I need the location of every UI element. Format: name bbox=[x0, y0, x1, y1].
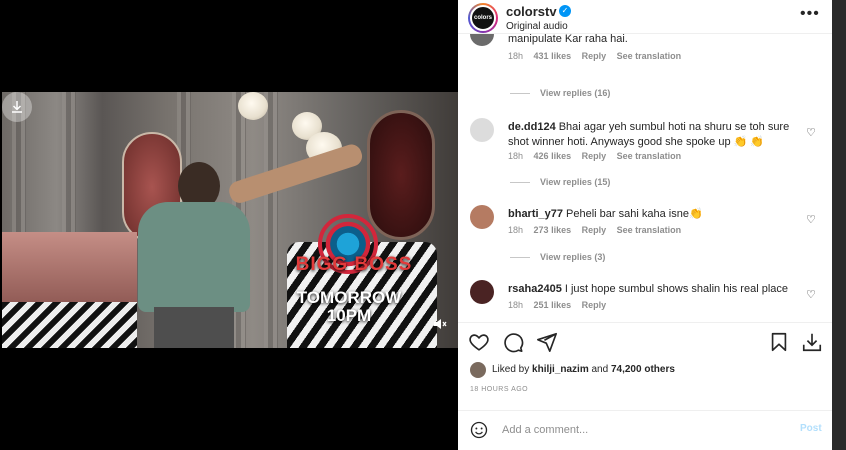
avatar[interactable]: colors bbox=[470, 5, 496, 31]
video-overlay-time: 10PM bbox=[326, 306, 372, 325]
reply-button[interactable]: Reply bbox=[582, 51, 607, 61]
post-username[interactable]: colorstv bbox=[506, 4, 557, 19]
comment-meta: 18h 273 likes Reply See translation bbox=[508, 225, 689, 235]
avatar[interactable] bbox=[470, 118, 494, 142]
bookmark-icon[interactable] bbox=[768, 331, 790, 353]
media-area: BIGG BOSS TOMORROW 10PM bbox=[0, 0, 458, 450]
verified-badge-icon: ✓ bbox=[559, 5, 571, 17]
comments-list[interactable]: manipulate Kar raha hai. 18h 431 likes R… bbox=[458, 34, 832, 322]
comment-input[interactable] bbox=[502, 421, 782, 439]
person-torso bbox=[138, 202, 250, 312]
emoji-icon[interactable] bbox=[470, 421, 488, 439]
reply-button[interactable]: Reply bbox=[582, 151, 607, 161]
liked-by-others[interactable]: 74,200 others bbox=[611, 364, 675, 375]
reply-button[interactable]: Reply bbox=[582, 225, 607, 235]
comment-time: 18h bbox=[508, 51, 524, 61]
person-figure bbox=[130, 162, 250, 348]
bed-cover bbox=[2, 302, 137, 348]
more-options-icon[interactable]: ••• bbox=[800, 5, 820, 23]
view-replies-label: View replies (16) bbox=[540, 88, 611, 98]
download-icon[interactable] bbox=[2, 92, 32, 122]
comment-meta: 18h 426 likes Reply See translation bbox=[508, 151, 689, 161]
comment-meta: 18h 431 likes Reply See translation bbox=[508, 51, 689, 61]
background-overlay bbox=[832, 0, 846, 450]
add-comment-bar: Post bbox=[458, 410, 832, 450]
comment-meta: 18h 251 likes Reply bbox=[508, 300, 614, 310]
avatar-logo-text: colors bbox=[473, 15, 492, 21]
avatar[interactable] bbox=[470, 34, 494, 46]
liked-by-prefix: Liked by bbox=[492, 364, 530, 375]
mute-icon[interactable] bbox=[431, 318, 449, 334]
post-timestamp[interactable]: 18 HOURS AGO bbox=[470, 386, 528, 393]
comment-time: 18h bbox=[508, 300, 524, 310]
person-legs bbox=[154, 307, 234, 348]
comment-text: manipulate Kar raha hai. bbox=[508, 34, 628, 45]
share-icon[interactable] bbox=[536, 331, 558, 353]
view-replies-button[interactable]: View replies (15) bbox=[510, 177, 610, 187]
mirror-decor bbox=[367, 110, 435, 240]
view-replies-button[interactable]: View replies (3) bbox=[510, 252, 605, 262]
like-comment-icon[interactable]: ♡ bbox=[806, 213, 816, 226]
liked-by-user[interactable]: khilji_nazim bbox=[532, 364, 589, 375]
view-replies-label: View replies (15) bbox=[540, 177, 611, 187]
video-overlay-title: BIGG BOSS bbox=[295, 254, 413, 275]
post-actions-bar bbox=[458, 322, 832, 360]
see-translation-link[interactable]: See translation bbox=[617, 151, 682, 161]
lamp bbox=[238, 92, 268, 120]
heart-icon[interactable] bbox=[468, 331, 490, 353]
comment-text: Peheli bar sahi kaha isne👏 bbox=[566, 208, 703, 220]
instagram-post-viewer: BIGG BOSS TOMORROW 10PM colors colorstv … bbox=[0, 0, 846, 450]
comment-text: I just hope sumbul shows shalin his real… bbox=[564, 283, 789, 295]
comment-username[interactable]: rsaha2405 bbox=[508, 283, 562, 295]
post-header: colors colorstv ✓ Original audio ••• bbox=[458, 0, 832, 34]
liked-by-mid: and bbox=[591, 364, 609, 375]
comment-icon[interactable] bbox=[502, 331, 524, 353]
comment-time: 18h bbox=[508, 151, 524, 161]
comment-likes[interactable]: 431 likes bbox=[534, 51, 572, 61]
view-replies-label: View replies (3) bbox=[540, 252, 606, 262]
download-icon[interactable] bbox=[801, 331, 823, 353]
see-translation-link[interactable]: See translation bbox=[617, 51, 682, 61]
avatar[interactable] bbox=[470, 205, 494, 229]
like-comment-icon[interactable]: ♡ bbox=[806, 288, 816, 301]
post-panel: colors colorstv ✓ Original audio ••• man… bbox=[458, 0, 832, 450]
audio-link[interactable]: Original audio bbox=[506, 21, 568, 32]
post-comment-button[interactable]: Post bbox=[800, 423, 822, 434]
comment-username[interactable]: bharti_y77 bbox=[508, 208, 563, 220]
comment-time: 18h bbox=[508, 225, 524, 235]
reply-button[interactable]: Reply bbox=[582, 300, 607, 310]
avatar[interactable] bbox=[470, 280, 494, 304]
video-player[interactable]: BIGG BOSS TOMORROW 10PM bbox=[2, 92, 458, 348]
like-comment-icon[interactable]: ♡ bbox=[806, 126, 816, 139]
view-replies-button[interactable]: View replies (16) bbox=[510, 88, 610, 98]
video-overlay-day: TOMORROW bbox=[296, 288, 402, 307]
comment-likes[interactable]: 251 likes bbox=[534, 300, 572, 310]
comment-username[interactable]: de.dd124 bbox=[508, 121, 556, 133]
comment-likes[interactable]: 273 likes bbox=[534, 225, 572, 235]
curtain-decor bbox=[264, 92, 278, 348]
comment-likes[interactable]: 426 likes bbox=[534, 151, 572, 161]
avatar[interactable] bbox=[470, 362, 486, 378]
see-translation-link[interactable]: See translation bbox=[617, 225, 682, 235]
bed bbox=[2, 232, 137, 312]
